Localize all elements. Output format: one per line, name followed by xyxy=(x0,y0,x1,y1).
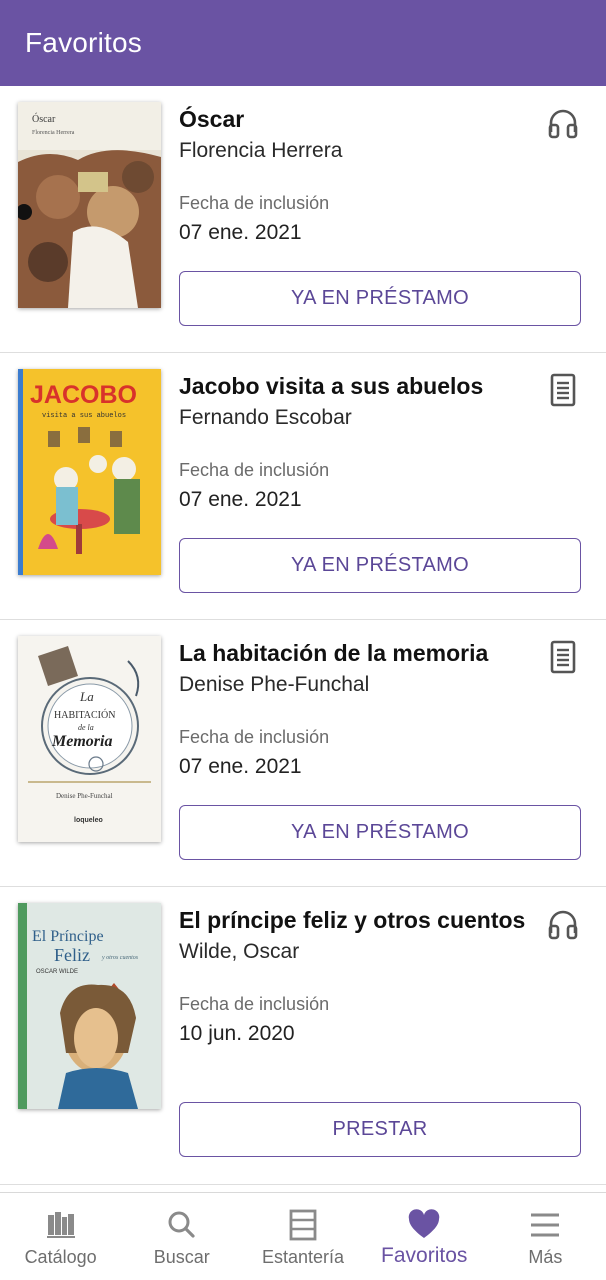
inclusion-date-label: Fecha de inclusión xyxy=(179,460,330,480)
book-list-item[interactable]: Óscar Florencia Herrera Óscar Florencia … xyxy=(0,86,606,353)
svg-text:Denise Phe-Funchal: Denise Phe-Funchal xyxy=(56,792,113,800)
catalog-icon xyxy=(44,1209,78,1241)
inclusion-date: 07 ene. 2021 xyxy=(179,755,302,778)
book-list-item[interactable]: JACOBO visita a sus abuelos Jacobo visit… xyxy=(0,353,606,620)
nav-label: Estantería xyxy=(261,1247,345,1267)
bottom-navigation: Catálogo Buscar Estantería Favoritos Más xyxy=(0,1192,606,1280)
book-cover[interactable]: Óscar Florencia Herrera xyxy=(18,102,161,308)
inclusion-date-label: Fecha de inclusión xyxy=(179,193,330,213)
book-list-item[interactable]: La HABITACIÓN de la Memoria Denise Phe-F… xyxy=(0,620,606,887)
headphones-icon xyxy=(547,907,579,941)
book-info: El príncipe feliz y otros cuentos Wilde,… xyxy=(179,905,539,1050)
svg-text:La: La xyxy=(79,689,94,704)
headphones-icon xyxy=(547,106,579,140)
book-list-item[interactable]: El Príncipe Feliz y otros cuentos OSCAR … xyxy=(0,887,606,1185)
svg-text:visita a sus abuelos: visita a sus abuelos xyxy=(42,412,126,420)
book-title[interactable]: Óscar xyxy=(179,104,539,135)
book-author: Wilde, Oscar xyxy=(179,940,300,963)
book-cover[interactable]: El Príncipe Feliz y otros cuentos OSCAR … xyxy=(18,903,161,1109)
nav-item-shelf[interactable]: Estantería xyxy=(242,1193,363,1280)
nav-item-search[interactable]: Buscar xyxy=(121,1193,242,1280)
borrow-button[interactable]: PRESTAR xyxy=(179,1102,581,1157)
search-icon xyxy=(165,1209,199,1241)
inclusion-date: 07 ene. 2021 xyxy=(179,221,302,244)
shelf-icon xyxy=(286,1209,320,1241)
inclusion-date-label: Fecha de inclusión xyxy=(179,994,330,1014)
svg-text:El Príncipe: El Príncipe xyxy=(32,928,104,945)
book-info: La habitación de la memoria Denise Phe-F… xyxy=(179,638,539,783)
book-author: Florencia Herrera xyxy=(179,139,343,162)
document-icon xyxy=(547,373,579,407)
book-author: Denise Phe-Funchal xyxy=(179,673,370,696)
document-icon xyxy=(547,640,579,674)
inclusion-date: 10 jun. 2020 xyxy=(179,1022,295,1045)
svg-text:de la: de la xyxy=(78,723,94,732)
book-author: Fernando Escobar xyxy=(179,406,352,429)
svg-text:loqueleo: loqueleo xyxy=(74,817,103,824)
nav-label: Más xyxy=(528,1247,563,1267)
already-borrowed-button[interactable]: YA EN PRÉSTAMO xyxy=(179,805,581,860)
nav-label: Favoritos xyxy=(381,1244,468,1267)
nav-item-favorites[interactable]: Favoritos xyxy=(364,1193,485,1280)
svg-text:Feliz: Feliz xyxy=(54,945,90,965)
book-title[interactable]: Jacobo visita a sus abuelos xyxy=(179,371,539,402)
svg-text:JACOBO: JACOBO xyxy=(30,381,137,409)
menu-icon xyxy=(528,1209,562,1241)
svg-text:Óscar: Óscar xyxy=(32,113,56,125)
nav-item-catalog[interactable]: Catálogo xyxy=(0,1193,121,1280)
book-cover[interactable]: La HABITACIÓN de la Memoria Denise Phe-F… xyxy=(18,636,161,842)
page-title: Favoritos xyxy=(25,27,142,58)
heart-icon xyxy=(407,1209,441,1241)
app-bar: Favoritos xyxy=(0,0,606,86)
book-cover[interactable]: JACOBO visita a sus abuelos xyxy=(18,369,161,575)
already-borrowed-button[interactable]: YA EN PRÉSTAMO xyxy=(179,271,581,326)
nav-label: Catálogo xyxy=(24,1247,97,1267)
inclusion-date: 07 ene. 2021 xyxy=(179,488,302,511)
inclusion-date-label: Fecha de inclusión xyxy=(179,727,330,747)
svg-text:OSCAR WILDE: OSCAR WILDE xyxy=(36,969,78,975)
favorites-list: Óscar Florencia Herrera Óscar Florencia … xyxy=(0,86,606,1185)
book-title[interactable]: La habitación de la memoria xyxy=(179,638,539,669)
svg-text:y otros cuentos: y otros cuentos xyxy=(101,955,139,961)
nav-item-more[interactable]: Más xyxy=(485,1193,606,1280)
nav-label: Buscar xyxy=(153,1247,210,1267)
svg-text:Florencia Herrera: Florencia Herrera xyxy=(32,130,75,136)
svg-text:Memoria: Memoria xyxy=(51,733,112,750)
book-title[interactable]: El príncipe feliz y otros cuentos xyxy=(179,905,539,936)
already-borrowed-button[interactable]: YA EN PRÉSTAMO xyxy=(179,538,581,593)
book-info: Óscar Florencia Herrera Fecha de inclusi… xyxy=(179,104,539,249)
book-info: Jacobo visita a sus abuelos Fernando Esc… xyxy=(179,371,539,516)
svg-text:HABITACIÓN: HABITACIÓN xyxy=(54,709,115,721)
